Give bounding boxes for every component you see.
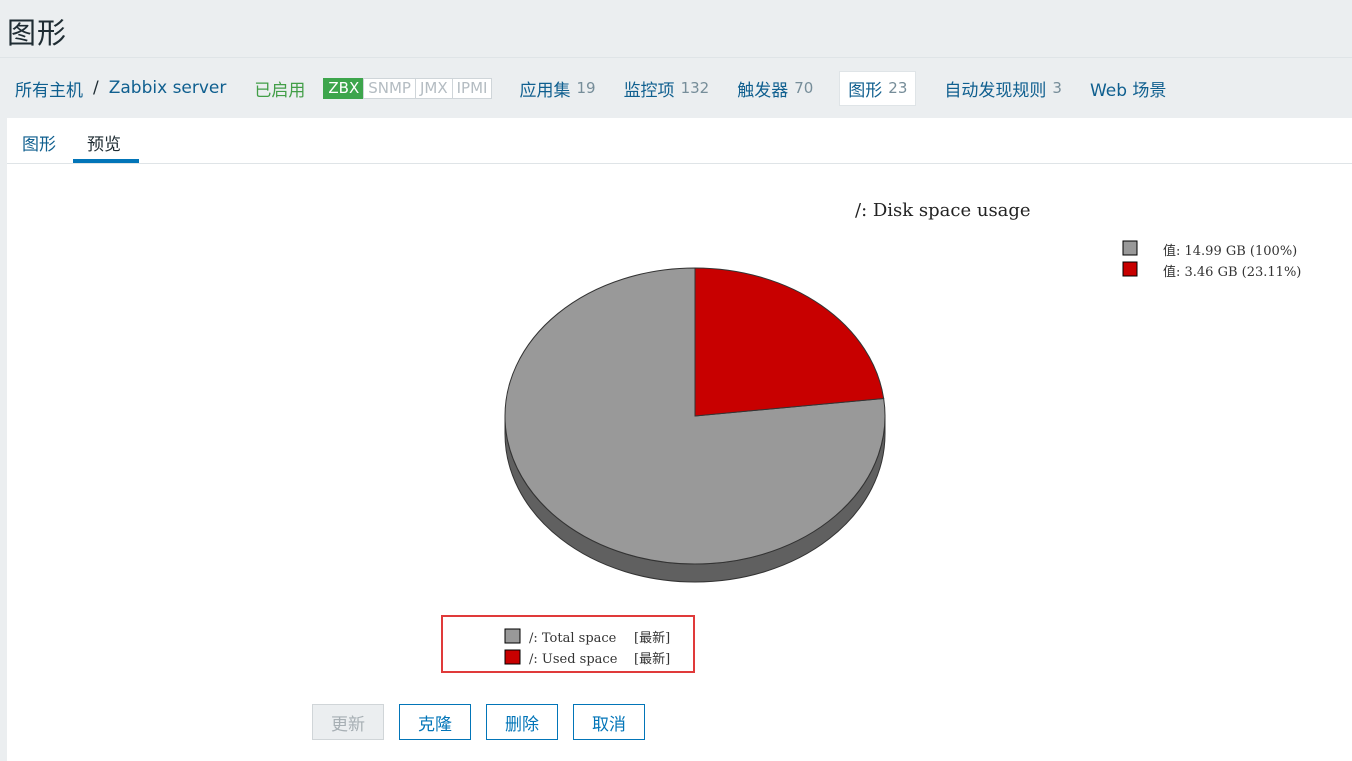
- active-tab-indicator: [73, 159, 139, 163]
- top-legend-swatch-used: [1122, 261, 1138, 277]
- nav-triggers[interactable]: 触发器 70: [737, 76, 813, 101]
- nav-web-scenarios[interactable]: Web 场景: [1090, 76, 1166, 101]
- top-legend-value-used: 值: 3.46 GB (23.11%): [1163, 264, 1301, 280]
- snmp-badge: SNMP: [363, 77, 416, 99]
- breadcrumb-separator: /: [93, 78, 99, 98]
- nav-graphs-count: 23: [888, 79, 908, 97]
- nav-graphs-label[interactable]: 图形: [848, 76, 882, 101]
- nav-items-count: 132: [680, 79, 710, 97]
- host-status-enabled[interactable]: 已启用: [254, 76, 305, 101]
- nav-items-label[interactable]: 监控项: [624, 76, 675, 101]
- tab-graph[interactable]: 图形: [22, 130, 56, 155]
- legend-swatch-total: [504, 628, 521, 644]
- bottom-legend: /: Total space [最新] /: Used space [最新]: [504, 628, 670, 667]
- legend-swatch-used: [504, 649, 521, 665]
- nav-applications-label[interactable]: 应用集: [519, 76, 570, 101]
- nav-triggers-count: 70: [794, 79, 814, 97]
- delete-button[interactable]: 删除: [486, 704, 558, 740]
- page-title: 图形: [7, 16, 68, 50]
- nav-items[interactable]: 监控项 132: [624, 76, 710, 101]
- breadcrumb-all-hosts[interactable]: 所有主机: [15, 76, 83, 101]
- jmx-badge: JMX: [414, 77, 453, 99]
- ipmi-badge: IPMI: [451, 77, 493, 99]
- breadcrumb-host[interactable]: Zabbix server: [109, 78, 227, 98]
- form-buttons: 更新 克隆 删除 取消: [312, 704, 660, 740]
- tab-bar: 图形 预览: [7, 118, 1352, 164]
- legend-func-used: [最新]: [634, 651, 670, 667]
- top-legend-value-total: 值: 14.99 GB (100%): [1163, 243, 1297, 259]
- nav-discovery-label[interactable]: 自动发现规则: [944, 76, 1046, 101]
- nav-triggers-label[interactable]: 触发器: [737, 76, 788, 101]
- availability-badges: ZBX SNMP JMX IPMI: [323, 77, 493, 99]
- nav-applications[interactable]: 应用集 19: [519, 76, 595, 101]
- clone-button[interactable]: 克隆: [399, 704, 471, 740]
- legend-highlight-box: /: Total space [最新] /: Used space [最新]: [441, 615, 695, 673]
- update-button[interactable]: 更新: [312, 704, 384, 740]
- legend-func-total: [最新]: [634, 630, 670, 646]
- tab-preview[interactable]: 预览: [87, 130, 121, 155]
- pie-chart: /: Disk space usage 值: 14.99 GB (100%) 值…: [504, 200, 1301, 583]
- nav-applications-count: 19: [576, 79, 596, 97]
- chart-title: /: Disk space usage: [855, 200, 1031, 221]
- pie-slice-used: [694, 267, 885, 417]
- legend-label-total: /: Total space: [529, 631, 617, 646]
- nav-discovery-count: 3: [1052, 79, 1062, 97]
- zbx-badge: ZBX: [323, 77, 365, 99]
- legend-label-used: /: Used space: [529, 652, 618, 667]
- nav-web-label[interactable]: Web 场景: [1090, 76, 1166, 101]
- cancel-button[interactable]: 取消: [573, 704, 645, 740]
- host-navigation: 所有主机 / Zabbix server 已启用 ZBX SNMP JMX IP…: [0, 58, 1352, 118]
- top-legend-swatch-total: [1122, 240, 1138, 256]
- nav-graphs[interactable]: 图形 23: [839, 70, 917, 106]
- preview-content: /: Disk space usage 值: 14.99 GB (100%) 值…: [7, 164, 1352, 761]
- nav-discovery-rules[interactable]: 自动发现规则 3: [944, 76, 1062, 101]
